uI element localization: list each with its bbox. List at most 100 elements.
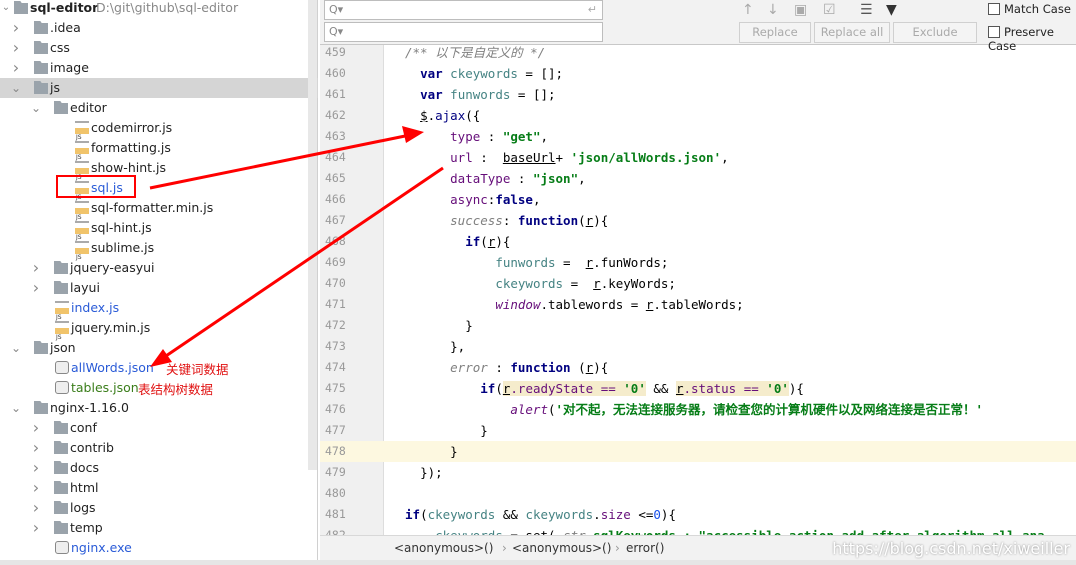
tree-item[interactable]: sql-formatter.min.js: [0, 198, 310, 228]
code-line[interactable]: 464 url : baseUrl+ 'json/allWords.json',: [320, 147, 1076, 168]
code-text: error : function (r){: [405, 357, 608, 378]
line-number: 481: [325, 507, 346, 521]
chevron-down-icon[interactable]: ⌄: [10, 338, 22, 358]
select-occurrences-icon[interactable]: ☑: [823, 2, 836, 18]
select-all-icon[interactable]: ▣: [794, 2, 807, 18]
code-line[interactable]: 471 window.tablewords = r.tableWords;: [320, 294, 1076, 315]
breadcrumb-item[interactable]: <anonymous>(): [512, 536, 611, 561]
replace-button[interactable]: Replace: [739, 22, 811, 43]
code-line[interactable]: 477 }: [320, 420, 1076, 441]
code-line[interactable]: 465 dataType : "json",: [320, 168, 1076, 189]
code-line[interactable]: 467 success: function(r){: [320, 210, 1076, 231]
chevron-down-icon[interactable]: ⌄: [30, 98, 42, 118]
filter-icon[interactable]: ▼: [886, 2, 897, 18]
tree-item[interactable]: sql-hint.js: [0, 218, 310, 248]
tree-item[interactable]: jquery.min.js: [0, 318, 310, 348]
chevron-right-icon[interactable]: ›: [30, 278, 42, 298]
code-line[interactable]: 459 /** 以下是自定义的 */: [320, 45, 1076, 63]
code-token: ckeywords: [450, 66, 518, 81]
project-root[interactable]: ⌄ sql-editor D:\git\github\sql-editor: [0, 0, 310, 18]
tree-item[interactable]: › image: [0, 58, 310, 78]
code-line[interactable]: 481 if(ckeywords && ckeywords.size <=0){: [320, 504, 1076, 525]
chevron-down-icon[interactable]: ⌄: [10, 398, 22, 418]
chevron-right-icon[interactable]: ›: [30, 478, 42, 498]
code-token: &&: [495, 507, 526, 522]
tree-item[interactable]: › .idea: [0, 18, 310, 38]
code-line[interactable]: 461 var funwords = [];: [320, 84, 1076, 105]
arrow-up-icon[interactable]: ↑: [742, 2, 754, 18]
tree-item[interactable]: › conf: [0, 418, 310, 438]
code-line[interactable]: 463 type : "get",: [320, 126, 1076, 147]
tree-item[interactable]: › docs: [0, 458, 310, 478]
breadcrumb-item[interactable]: <anonymous>(): [394, 536, 493, 561]
tree-item[interactable]: show-hint.js: [0, 158, 310, 188]
code-line[interactable]: 482 ckeywords = set( str sqlKeywords : "…: [320, 525, 1076, 535]
tree-item[interactable]: › html: [0, 478, 310, 498]
code-token: .: [593, 507, 601, 522]
tree-item[interactable]: › temp: [0, 518, 310, 538]
chevron-right-icon[interactable]: ›: [30, 518, 42, 538]
code-line[interactable]: 475 if(r.readyState == '0' && r.status =…: [320, 378, 1076, 399]
tree-item[interactable]: ⌄ editor: [0, 98, 310, 118]
tree-item[interactable]: sublime.js: [0, 238, 310, 268]
code-line[interactable]: 470 ckeywords = r.keyWords;: [320, 273, 1076, 294]
code-line[interactable]: 468 if(r){: [320, 231, 1076, 252]
tree-item[interactable]: codemirror.js: [0, 118, 310, 148]
tree-item-label: codemirror.js: [91, 120, 173, 135]
exclude-button[interactable]: Exclude: [893, 22, 977, 43]
chevron-right-icon[interactable]: ›: [10, 58, 22, 78]
chevron-right-icon[interactable]: ›: [30, 258, 42, 278]
code-line[interactable]: 480: [320, 483, 1076, 504]
code-line[interactable]: 472 }: [320, 315, 1076, 336]
code-line[interactable]: 462 $.ajax({: [320, 105, 1076, 126]
code-line[interactable]: 474 error : function (r){: [320, 357, 1076, 378]
arrow-down-icon[interactable]: ↓: [767, 2, 779, 18]
replace-all-button[interactable]: Replace all: [814, 22, 890, 43]
tree-item[interactable]: nginx.exe: [0, 538, 310, 558]
breadcrumb-item[interactable]: error(): [626, 536, 664, 561]
tree-item[interactable]: › layui: [0, 278, 310, 298]
replace-input[interactable]: Q▾: [324, 22, 603, 42]
tree-item[interactable]: allWords.json: [0, 358, 310, 378]
code-editor[interactable]: 459 /** 以下是自定义的 */ 460 var ckeywords = [];…: [320, 45, 1076, 535]
code-token: ,: [532, 192, 541, 207]
tree-item[interactable]: sql.js: [0, 178, 310, 208]
code-line[interactable]: 466 async:false,: [320, 189, 1076, 210]
code-line[interactable]: 473 },: [320, 336, 1076, 357]
code-token: .: [427, 108, 436, 123]
chevron-down-icon[interactable]: ⌄: [0, 0, 12, 18]
match-case-checkbox[interactable]: Match Case: [988, 2, 1071, 16]
tree-scrollbar[interactable]: [308, 0, 317, 470]
filter-lines-icon[interactable]: ☰: [860, 2, 873, 18]
tree-item[interactable]: › jquery-easyui: [0, 258, 310, 278]
tree-item[interactable]: formatting.js: [0, 138, 310, 168]
chevron-right-icon[interactable]: ›: [30, 498, 42, 518]
chevron-right-icon[interactable]: ›: [30, 458, 42, 478]
chevron-right-icon[interactable]: ›: [10, 18, 22, 38]
tree-item[interactable]: index.js: [0, 298, 310, 328]
multiline-icon[interactable]: ↵: [588, 1, 597, 19]
chevron-down-icon[interactable]: ⌄: [10, 78, 22, 98]
tree-item-label: json: [50, 340, 76, 355]
code-token: 0: [653, 507, 661, 522]
tree-item[interactable]: ⌄ nginx-1.16.0: [0, 398, 310, 418]
tree-item[interactable]: › css: [0, 38, 310, 58]
tree-item[interactable]: › logs: [0, 498, 310, 518]
minified-js-icon: [75, 201, 89, 228]
code-line[interactable]: 460 var ckeywords = [];: [320, 63, 1076, 84]
search-input[interactable]: Q▾ ↵: [324, 0, 603, 20]
chevron-right-icon[interactable]: ›: [30, 418, 42, 438]
chevron-right-icon[interactable]: ›: [30, 438, 42, 458]
chevron-right-icon[interactable]: ›: [10, 38, 22, 58]
tree-item[interactable]: ⌄ js: [0, 78, 318, 98]
code-token: (: [548, 402, 556, 417]
tree-item[interactable]: ⌄ json: [0, 338, 310, 358]
code-token: ckeywords: [495, 276, 564, 291]
code-token: .tablewords =: [540, 297, 646, 312]
code-line[interactable]: 476 alert('对不起，无法连接服务器，请检查您的计算机硬件以及网络连接是…: [320, 399, 1076, 420]
tree-item[interactable]: › contrib: [0, 438, 310, 458]
code-line[interactable]: 478 }: [320, 441, 1076, 462]
code-line[interactable]: 469 funwords = r.funWords;: [320, 252, 1076, 273]
code-token: alert: [510, 402, 548, 417]
code-line[interactable]: 479 });: [320, 462, 1076, 483]
